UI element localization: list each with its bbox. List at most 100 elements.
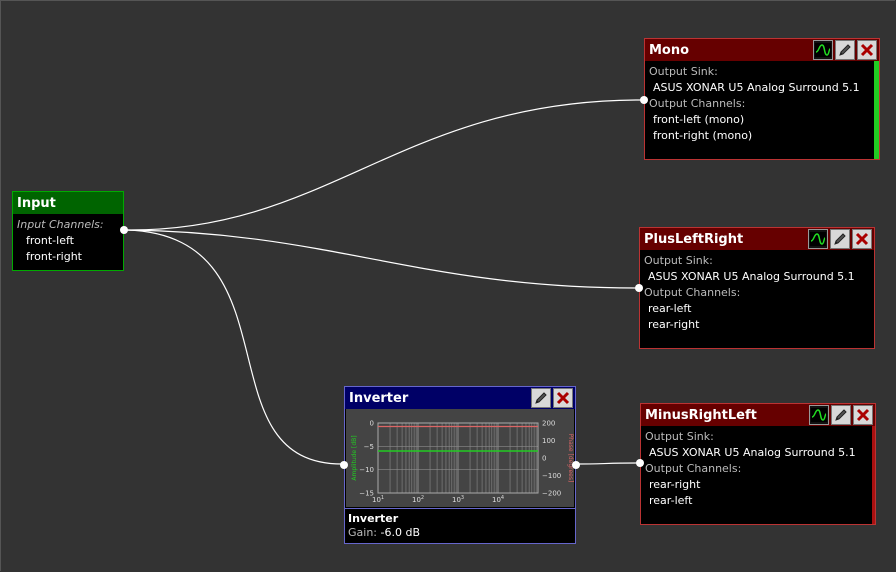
input-node-header[interactable]: Input: [13, 192, 123, 214]
mono-remove-button[interactable]: [857, 40, 877, 60]
wire-input-to-plusleftright[interactable]: [125, 229, 637, 289]
inverter-output-port[interactable]: [572, 461, 580, 469]
minusrightleft-node-body: Output Sink: ASUS XONAR U5 Analog Surrou…: [641, 426, 875, 512]
pencil-icon: [835, 409, 847, 421]
plusleftright-node-header[interactable]: PlusLeftRight: [640, 228, 874, 250]
plusleftright-plot-button[interactable]: [808, 229, 828, 249]
inverter-input-port[interactable]: [340, 461, 348, 469]
mono-sink-value: ASUS XONAR U5 Analog Surround 5.1: [653, 81, 860, 94]
minusrightleft-level-meter: [872, 426, 875, 524]
mono-node-buttons: [813, 40, 877, 60]
waveform-icon: [815, 43, 831, 57]
amplitude-tick-label: −5: [364, 443, 374, 451]
amplitude-tick-label: −10: [359, 466, 374, 474]
waveform-icon: [811, 408, 827, 422]
plusleftright-node[interactable]: PlusLeftRight Output Sink: ASUS XONAR U5…: [635, 227, 875, 349]
svg-text:104: 104: [492, 495, 504, 504]
minusrightleft-channel-item: rear-left: [649, 494, 693, 507]
phase-tick-label: 0: [542, 455, 546, 463]
mono-node-body: Output Sink: ASUS XONAR U5 Analog Surrou…: [645, 61, 879, 147]
minusrightleft-sink-value: ASUS XONAR U5 Analog Surround 5.1: [649, 446, 856, 459]
plusleftright-node-buttons: [808, 229, 872, 249]
inverter-filter-name: Inverter: [348, 512, 399, 525]
plusleftright-channel-item: rear-left: [648, 302, 692, 315]
phase-tick-label: 200: [542, 420, 555, 428]
inverter-node-header[interactable]: Inverter: [345, 387, 575, 409]
mono-level-meter: [874, 61, 879, 159]
mono-plot-button[interactable]: [813, 40, 833, 60]
inverter-plot-area: 0 −5 −10 −15 200 100 0 −100 −200 101 102…: [346, 409, 574, 507]
minusrightleft-channel-item: rear-right: [649, 478, 701, 491]
input-output-port[interactable]: [120, 226, 128, 234]
input-channel-item: front-right: [26, 250, 82, 263]
minusrightleft-remove-button[interactable]: [853, 405, 873, 425]
pencil-icon: [839, 44, 851, 56]
mono-edit-button[interactable]: [835, 40, 855, 60]
frequency-tick-label: 103: [452, 495, 464, 504]
phase-tick-label: −100: [542, 472, 561, 480]
inverter-info-panel: Inverter Gain: -6.0 dB: [345, 508, 575, 543]
phase-tick-label: −200: [542, 490, 561, 498]
minusrightleft-sink-label: Output Sink:: [645, 430, 714, 443]
frequency-response-plot: 0 −5 −10 −15 200 100 0 −100 −200 101 102…: [351, 420, 574, 505]
close-icon: [860, 43, 874, 57]
input-channels-label: Input Channels:: [17, 218, 104, 231]
mono-channel-item: front-left (mono): [653, 113, 745, 126]
minusrightleft-node-title: MinusRightLeft: [645, 407, 757, 423]
mono-sink-label: Output Sink:: [649, 65, 718, 78]
minusrightleft-input-port[interactable]: [636, 459, 644, 467]
wire-input-to-inverter[interactable]: [125, 229, 343, 465]
inverter-node-buttons: [531, 388, 573, 408]
minusrightleft-node-buttons: [809, 405, 873, 425]
inverter-gain-row: Gain: -6.0 dB: [348, 526, 572, 540]
inverter-node-title: Inverter: [349, 390, 409, 406]
frequency-tick-label: 104: [492, 495, 504, 504]
mono-node[interactable]: Mono Output Sink: ASUS XONAR U5 Analog S…: [640, 38, 880, 160]
plusleftright-sink-label: Output Sink:: [644, 254, 713, 267]
plusleftright-remove-button[interactable]: [852, 229, 872, 249]
waveform-icon: [810, 232, 826, 246]
mono-node-title: Mono: [649, 42, 690, 58]
close-icon: [556, 391, 570, 405]
wire-inverter-to-minusrightleft[interactable]: [577, 462, 638, 465]
graph-canvas[interactable]: Input Input Channels: front-left front-r…: [0, 0, 896, 572]
input-node-body: Input Channels: front-left front-right: [13, 214, 123, 268]
plusleftright-edit-button[interactable]: [830, 229, 850, 249]
inverter-gain-label: Gain:: [348, 526, 377, 539]
minusrightleft-channels-label: Output Channels:: [645, 462, 742, 475]
plusleftright-channel-item: rear-right: [648, 318, 700, 331]
plusleftright-node-title: PlusLeftRight: [644, 231, 744, 247]
amplitude-tick-label: 0: [370, 420, 374, 428]
mono-channel-item: front-right (mono): [653, 129, 753, 142]
phase-axis-label: Phase [degrees]: [567, 434, 574, 483]
minusrightleft-node-header[interactable]: MinusRightLeft: [641, 404, 875, 426]
close-icon: [856, 408, 870, 422]
input-node-title: Input: [17, 195, 56, 211]
svg-text:103: 103: [452, 495, 464, 504]
minusrightleft-node[interactable]: MinusRightLeft Output Sink: ASUS XONAR U…: [636, 403, 876, 525]
minusrightleft-plot-button[interactable]: [809, 405, 829, 425]
phase-tick-label: 100: [542, 437, 555, 445]
mono-channels-label: Output Channels:: [649, 97, 746, 110]
frequency-tick-label: 101: [372, 495, 384, 504]
pencil-icon: [535, 392, 547, 404]
plusleftright-node-body: Output Sink: ASUS XONAR U5 Analog Surrou…: [640, 250, 874, 336]
minusrightleft-edit-button[interactable]: [831, 405, 851, 425]
plusleftright-sink-value: ASUS XONAR U5 Analog Surround 5.1: [648, 270, 855, 283]
close-icon: [855, 232, 869, 246]
plusleftright-channels-label: Output Channels:: [644, 286, 741, 299]
plusleftright-input-port[interactable]: [635, 284, 643, 292]
frequency-tick-label: 102: [412, 495, 424, 504]
svg-text:101: 101: [372, 495, 384, 504]
plot-grid: [377, 422, 538, 493]
inverter-gain-value: -6.0 dB: [380, 526, 421, 539]
inverter-node[interactable]: Inverter 0 −5 −10 −15 200 100 0 −100 −20…: [340, 386, 580, 544]
mono-input-port[interactable]: [640, 96, 648, 104]
input-channel-item: front-left: [26, 234, 74, 247]
inverter-remove-button[interactable]: [553, 388, 573, 408]
amplitude-axis-label: Amplitude [dB]: [351, 435, 358, 480]
wire-input-to-mono[interactable]: [125, 99, 642, 231]
mono-node-header[interactable]: Mono: [645, 39, 879, 61]
inverter-edit-button[interactable]: [531, 388, 551, 408]
input-node[interactable]: Input Input Channels: front-left front-r…: [12, 191, 128, 271]
